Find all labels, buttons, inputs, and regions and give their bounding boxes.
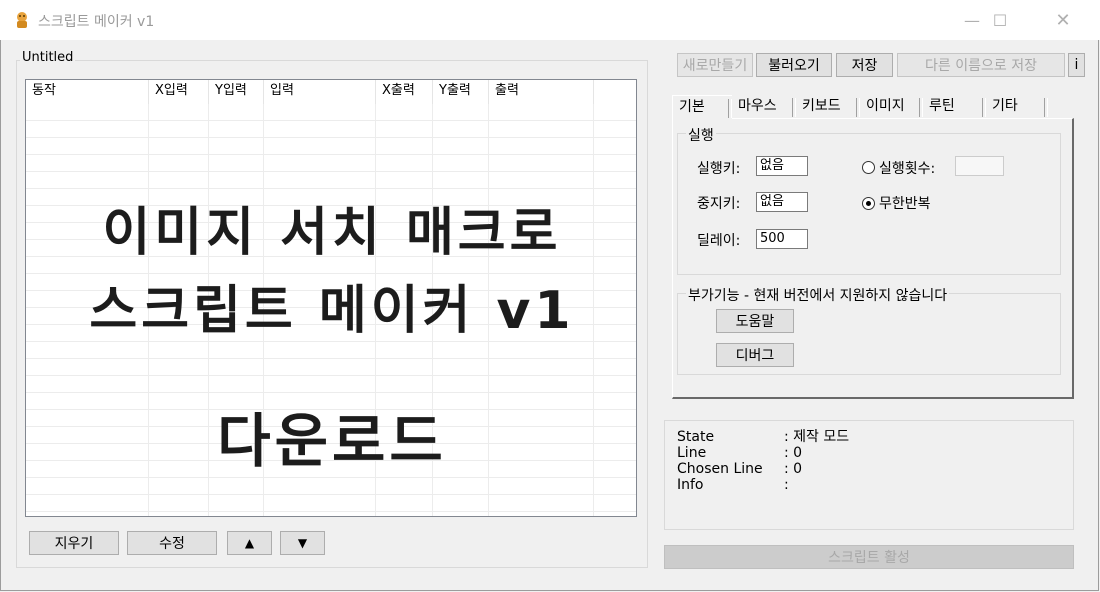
info-label: Info [677,477,704,493]
tab-basic-label: 기본 [679,99,705,115]
overlay-title-line1: 이미지 서치 매크로 [102,203,562,263]
column-header-y-output[interactable]: Y출력 [433,80,489,104]
run-key-field[interactable]: 없음 [756,156,808,176]
state-value: : 제작 모드 [784,429,850,445]
tab-etc-label: 기타 [992,98,1018,114]
column-header-input[interactable]: 입력 [264,80,376,104]
app-icon [12,10,32,30]
run-group-title: 실행 [686,125,716,145]
column-header-x-input[interactable]: X입력 [149,80,209,104]
infinite-repeat-label: 무한반복 [879,196,931,212]
state-label: State [677,429,715,445]
list-header: 동작 X입력 Y입력 입력 X출력 Y출력 출력 [26,80,636,104]
run-count-field[interactable] [955,156,1004,176]
info-value: : [784,477,789,493]
stop-key-field[interactable]: 없음 [756,192,808,212]
maximize-button[interactable]: ☐ [977,0,1023,40]
run-count-label: 실행횟수: [879,161,936,177]
overlay-title-line3: 다운로드 [217,407,447,475]
save-button[interactable]: 저장 [836,53,893,77]
move-up-button[interactable]: ▲ [227,531,272,555]
move-down-button[interactable]: ▼ [280,531,325,555]
tab-mouse[interactable]: 마우스 [732,95,796,119]
tab-keyboard[interactable]: 키보드 [796,95,860,119]
extra-features-title: 부가기능 - 현재 버전에서 지원하지 않습니다 [686,285,950,305]
script-list[interactable]: 동작 X입력 Y입력 입력 X출력 Y출력 출력 이미지 서치 매크로 스크립트… [25,79,637,517]
column-header-output[interactable]: 출력 [489,80,594,104]
title-bar [0,0,1100,40]
delay-label: 딜레이: [697,233,741,249]
column-header-action[interactable]: 동작 [26,80,149,104]
tab-basic[interactable]: 기본 [672,95,732,120]
delete-button[interactable]: 지우기 [29,531,119,555]
chosen-line-value: : 0 [784,461,803,477]
line-label: Line [677,445,707,461]
close-button[interactable]: ✕ [1040,0,1086,40]
tab-routine[interactable]: 루틴 [923,95,986,119]
column-header-x-output[interactable]: X출력 [376,80,433,104]
stop-key-label: 중지키: [697,196,741,212]
chosen-line-label: Chosen Line [677,461,763,477]
help-button[interactable]: 도움말 [716,309,794,333]
delay-field[interactable]: 500 [756,229,808,249]
infinite-repeat-radio[interactable] [862,197,875,210]
open-button[interactable]: 불러오기 [756,53,832,77]
edit-button[interactable]: 수정 [127,531,217,555]
tab-keyboard-label: 키보드 [802,98,841,114]
debug-button[interactable]: 디버그 [716,343,794,367]
window-title: 스크립트 메이커 v1 [38,14,155,30]
overlay-title-line2: 스크립트 메이커 v1 [89,281,575,341]
run-key-label: 실행키: [697,161,741,177]
tab-image-label: 이미지 [866,98,905,114]
line-value: : 0 [784,445,803,461]
new-button[interactable]: 새로만들기 [677,53,753,77]
tab-etc[interactable]: 기타 [986,95,1048,119]
info-button[interactable]: i [1068,53,1085,77]
activate-script-button[interactable]: 스크립트 활성 [664,545,1074,569]
script-group-title: Untitled [20,50,76,65]
tab-routine-label: 루틴 [929,98,955,114]
run-count-radio[interactable] [862,161,875,174]
save-as-button[interactable]: 다른 이름으로 저장 [897,53,1065,77]
column-header-y-input[interactable]: Y입력 [209,80,264,104]
tab-mouse-label: 마우스 [738,98,777,114]
tab-image[interactable]: 이미지 [860,95,923,119]
